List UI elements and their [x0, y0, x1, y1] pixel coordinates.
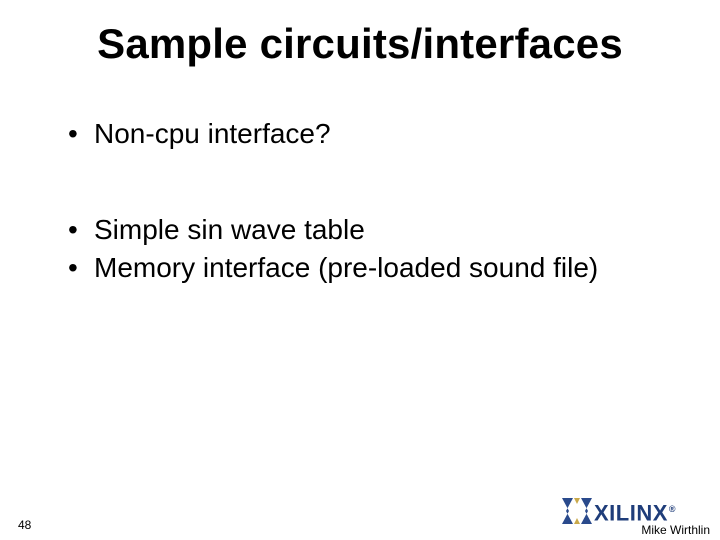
slide: Sample circuits/interfaces Non-cpu inter… — [0, 0, 720, 540]
bullet-list-1: Non-cpu interface? — [68, 118, 680, 150]
author-name: Mike Wirthlin — [641, 523, 710, 537]
registered-mark: ® — [669, 504, 676, 514]
bullet-item: Simple sin wave table — [68, 214, 680, 246]
slide-footer: 48 XILINX® Mike Wirthlin — [0, 494, 720, 540]
bullet-item: Non-cpu interface? — [68, 118, 680, 150]
xilinx-logo-text: XILINX® — [594, 496, 676, 526]
bullet-item: Memory interface (pre-loaded sound file) — [68, 252, 680, 284]
bullet-list-2: Simple sin wave table Memory interface (… — [68, 214, 680, 284]
slide-title: Sample circuits/interfaces — [0, 20, 720, 68]
xilinx-logo: XILINX® — [562, 498, 712, 524]
slide-body: Non-cpu interface? Simple sin wave table… — [68, 118, 680, 291]
logo-wordmark: XILINX — [594, 500, 668, 525]
page-number: 48 — [18, 518, 31, 532]
bullet-group-gap — [68, 156, 680, 214]
xilinx-logo-icon — [562, 498, 592, 524]
